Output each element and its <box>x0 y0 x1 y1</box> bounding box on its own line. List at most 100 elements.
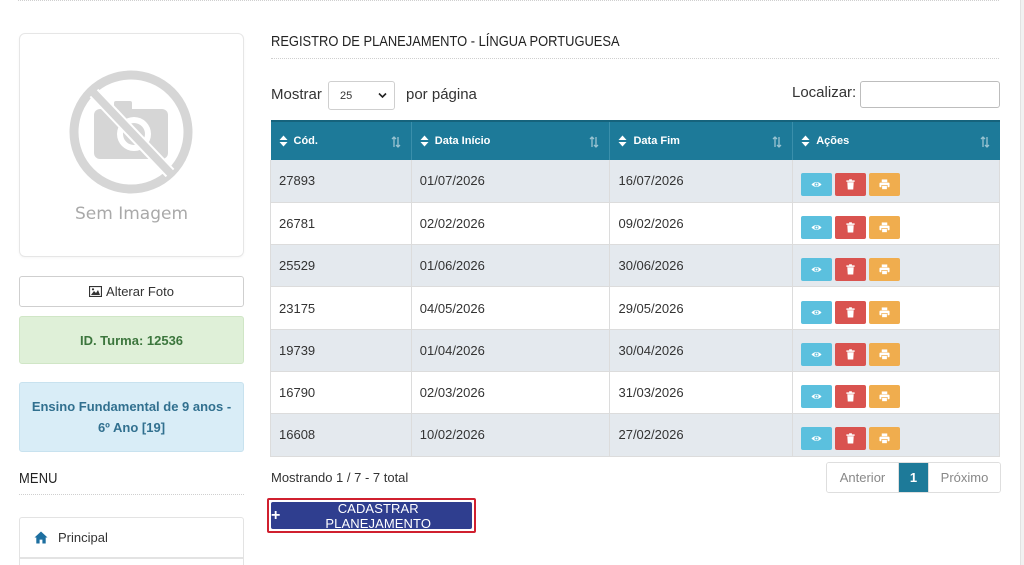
delete-button[interactable] <box>835 173 867 197</box>
view-button[interactable] <box>801 258 833 282</box>
column-header-start[interactable]: Data Início <box>411 120 611 160</box>
printer-icon <box>879 349 890 360</box>
view-button[interactable] <box>801 342 833 366</box>
change-photo-label: Alterar Foto <box>106 284 174 299</box>
table-row: 26781 02/02/2026 09/02/2026 <box>270 202 1000 246</box>
sort-arrows-icon <box>980 136 989 148</box>
pagination-prev[interactable]: Anterior <box>827 463 899 492</box>
print-button[interactable] <box>869 258 901 282</box>
menu-title: MENU <box>19 470 58 487</box>
eye-icon <box>811 351 822 357</box>
add-button-highlight: + CADASTRAR PLANEJAMENTO <box>267 498 476 533</box>
row-actions <box>801 208 991 239</box>
cell-code: 16608 <box>279 427 316 443</box>
column-header-actions[interactable]: Ações <box>792 120 1000 160</box>
row-actions <box>801 293 991 324</box>
print-button[interactable] <box>869 173 901 197</box>
menu-item-next[interactable] <box>19 558 244 565</box>
eye-icon <box>811 224 822 230</box>
cell-start-date: 01/06/2026 <box>419 258 485 274</box>
delete-button[interactable] <box>835 427 867 451</box>
delete-button[interactable] <box>835 342 867 366</box>
row-actions <box>801 165 991 197</box>
trash-icon <box>846 391 855 402</box>
delete-button[interactable] <box>835 215 867 239</box>
pagination-page-1[interactable]: 1 <box>899 463 928 492</box>
trash-icon <box>846 179 855 190</box>
print-button[interactable] <box>869 300 901 324</box>
printer-icon <box>879 433 890 445</box>
cell-code: 26781 <box>279 215 316 231</box>
view-button[interactable] <box>801 215 833 239</box>
eye-icon <box>811 436 822 442</box>
cell-code: 27893 <box>279 173 316 189</box>
menu-divider <box>19 494 244 495</box>
print-button[interactable] <box>869 385 901 409</box>
cell-code: 25529 <box>279 258 316 274</box>
show-label: Mostrar <box>271 86 322 103</box>
per-page-value: 25 <box>340 89 353 102</box>
printer-icon <box>879 306 890 318</box>
eye-icon <box>811 394 822 400</box>
cell-start-date: 02/02/2026 <box>419 215 485 231</box>
column-header-end[interactable]: Data Fim <box>609 120 794 160</box>
no-photo-icon <box>69 70 193 194</box>
print-button[interactable] <box>869 427 901 451</box>
column-header-code[interactable]: Cód. <box>270 120 412 160</box>
sort-arrows-icon <box>590 136 599 148</box>
add-planning-button[interactable]: + CADASTRAR PLANEJAMENTO <box>271 501 472 531</box>
view-button[interactable] <box>801 173 833 197</box>
column-header-label: Data Início <box>434 135 491 147</box>
row-actions <box>801 377 991 409</box>
delete-button[interactable] <box>835 300 867 324</box>
print-button[interactable] <box>869 215 901 239</box>
pagination-next[interactable]: Próximo <box>928 463 1000 492</box>
ensino-info-box: Ensino Fundamental de 9 anos - 6º Ano [1… <box>19 382 244 452</box>
plus-icon: + <box>271 506 281 524</box>
search-input[interactable] <box>860 81 1000 108</box>
cell-start-date: 04/05/2026 <box>419 300 485 316</box>
cell-code: 19739 <box>279 342 316 358</box>
trash-icon <box>846 349 855 360</box>
column-header-label: Cód. <box>293 135 318 147</box>
image-icon <box>89 286 103 297</box>
table-row: 16790 02/03/2026 31/03/2026 <box>270 371 1000 415</box>
cell-start-date: 01/04/2026 <box>419 342 485 358</box>
table-row: 27893 01/07/2026 16/07/2026 <box>270 160 1000 203</box>
planning-table: Cód. Data Início Data Fim Ações 27893 01… <box>270 120 1000 457</box>
cell-code: 16790 <box>279 385 316 401</box>
change-photo-button[interactable]: Alterar Foto <box>19 276 244 307</box>
pagination: Anterior 1 Próximo <box>826 462 1001 493</box>
page-title: REGISTRO DE PLANEJAMENTO - LÍNGUA PORTUG… <box>271 33 620 50</box>
search-label: Localizar: <box>792 84 857 101</box>
cell-end-date: 30/06/2026 <box>618 258 684 274</box>
eye-icon <box>811 267 822 273</box>
sort-icon <box>801 135 810 147</box>
cell-start-date: 02/03/2026 <box>419 385 485 401</box>
turma-id-text: ID. Turma: 12536 <box>79 332 184 348</box>
chevron-down-icon <box>378 92 387 99</box>
cell-start-date: 01/07/2026 <box>419 173 485 189</box>
delete-button[interactable] <box>835 258 867 282</box>
table-header-row: Cód. Data Início Data Fim Ações <box>270 120 1000 160</box>
row-actions <box>801 250 991 282</box>
trash-icon <box>846 306 855 318</box>
home-icon <box>34 531 48 544</box>
printer-icon <box>879 222 890 233</box>
view-button[interactable] <box>801 427 833 451</box>
delete-button[interactable] <box>835 385 867 409</box>
view-button[interactable] <box>801 300 833 324</box>
window-edge <box>1020 0 1024 565</box>
cell-end-date: 30/04/2026 <box>618 342 684 358</box>
profile-photo-box: Sem Imagem <box>19 33 244 257</box>
print-button[interactable] <box>869 342 901 366</box>
view-button[interactable] <box>801 385 833 409</box>
sort-icon <box>618 135 627 147</box>
menu-item-principal[interactable]: Principal <box>19 517 244 558</box>
cell-end-date: 29/05/2026 <box>618 300 684 316</box>
table-row: 23175 04/05/2026 29/05/2026 <box>270 286 1000 330</box>
per-page-select[interactable]: 25 <box>328 81 395 110</box>
cell-end-date: 31/03/2026 <box>618 385 684 401</box>
table-info: Mostrando 1 / 7 - 7 total <box>271 470 409 485</box>
cell-end-date: 27/02/2026 <box>618 427 684 443</box>
